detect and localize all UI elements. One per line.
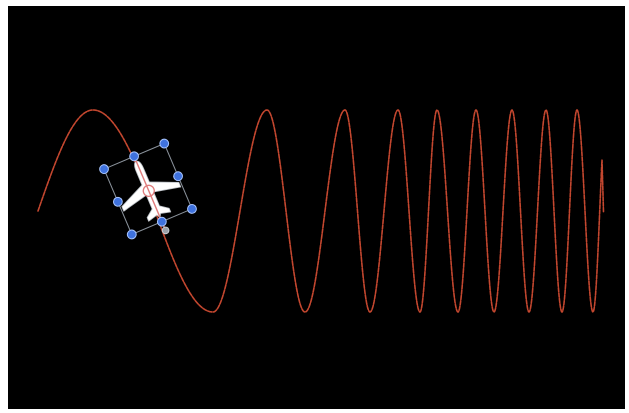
handle-middle-left[interactable] [112, 196, 124, 208]
canvas-stage [37, 108, 605, 314]
handle-top-right[interactable] [158, 138, 170, 150]
canvas[interactable] [8, 6, 625, 409]
handle-bottom-left[interactable] [126, 229, 138, 241]
handle-middle-right[interactable] [172, 170, 184, 182]
handle-bottom-right[interactable] [186, 203, 198, 215]
selected-layer[interactable] [98, 138, 201, 248]
motion-path[interactable] [37, 108, 605, 314]
handle-top-left[interactable] [98, 163, 110, 175]
viewer-frame [0, 0, 629, 413]
